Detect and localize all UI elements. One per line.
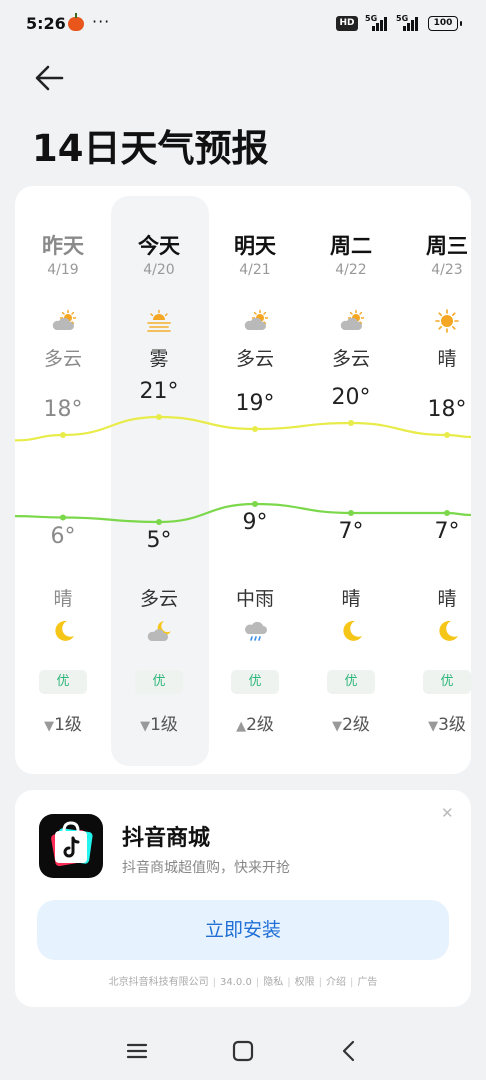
ad-footer-item[interactable]: 隐私 xyxy=(259,977,287,988)
battery-icon: 100 xyxy=(428,16,462,31)
close-icon[interactable]: ✕ xyxy=(441,804,454,822)
ad-card[interactable]: ✕ 抖音商城 抖音商城超值购，快来开抢 立即安装 北京抖音科技有限公司 | 34.0… xyxy=(15,790,471,1007)
status-time: 5:26 xyxy=(26,14,66,33)
forecast-card[interactable]: 昨天 4/19 多云 18° 6° 晴优 ▼1级 今天 4/20 雾 21° 5° 多云优 ▼1级 明天 4/… xyxy=(15,186,471,774)
back-button[interactable] xyxy=(32,62,68,94)
low-temp-point xyxy=(348,510,354,516)
douyin-mall-app-icon[interactable] xyxy=(39,814,103,878)
back-chevron-icon[interactable] xyxy=(334,1038,364,1064)
page-title: 14日天气预报 xyxy=(32,127,269,170)
more-notifications-icon: ··· xyxy=(92,12,111,31)
high-temp-point xyxy=(348,420,354,426)
low-temp-point xyxy=(444,510,450,516)
signal-icon-2 xyxy=(403,17,421,31)
high-temp-point xyxy=(156,414,162,420)
ad-footer-item[interactable]: 介绍 xyxy=(322,977,350,988)
temperature-curves xyxy=(15,414,471,525)
ad-footer-item: 北京抖音科技有限公司 xyxy=(108,977,209,988)
ad-footer-item: 34.0.0 xyxy=(220,977,252,988)
ad-footer-item[interactable]: 权限 xyxy=(291,977,319,988)
navigation-bar xyxy=(0,1020,486,1080)
ad-app-name: 抖音商城 xyxy=(122,826,211,851)
signal-icon xyxy=(372,17,390,31)
low-temp-point xyxy=(252,501,258,507)
arrow-left-icon xyxy=(35,65,64,91)
menu-icon[interactable] xyxy=(122,1038,152,1064)
pumpkin-notification-icon xyxy=(68,13,84,31)
ad-footer-item[interactable]: 广告 xyxy=(353,977,381,988)
high-temp-point xyxy=(444,432,450,438)
ad-description: 抖音商城超值购，快来开抢 xyxy=(122,860,290,876)
hd-icon: HD xyxy=(336,16,358,31)
high-temp-line xyxy=(15,415,471,442)
low-temp-point xyxy=(156,519,162,525)
low-temp-line xyxy=(15,502,471,524)
status-bar: 5:26 ··· HD 5G 5G 100 xyxy=(0,0,486,48)
low-temp-point xyxy=(60,514,66,521)
home-icon[interactable] xyxy=(228,1038,258,1064)
install-button[interactable]: 立即安装 xyxy=(37,900,449,960)
ad-footer: 北京抖音科技有限公司 | 34.0.0 | 隐私 | 权限 | 介绍 | 广告 xyxy=(15,973,471,988)
high-temp-point xyxy=(60,432,66,438)
high-temp-point xyxy=(252,426,258,432)
